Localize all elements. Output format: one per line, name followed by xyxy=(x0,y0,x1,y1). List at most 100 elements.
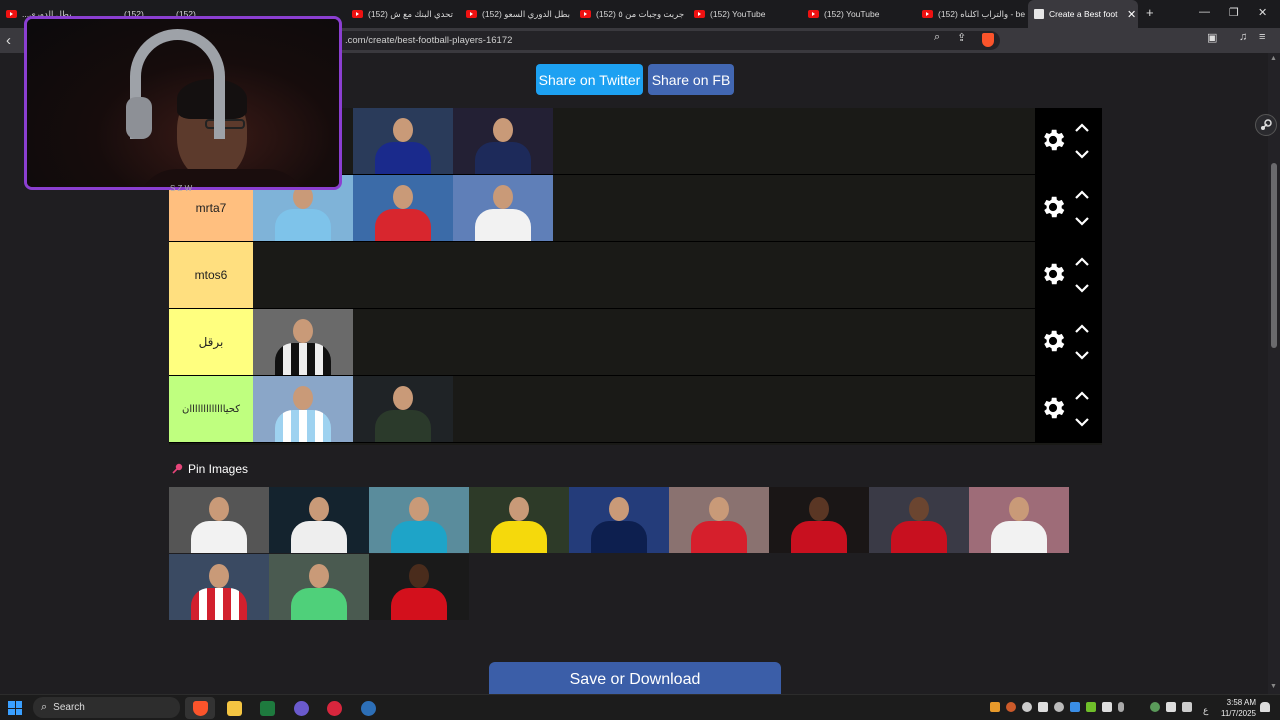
speaker-icon[interactable] xyxy=(1166,702,1176,712)
tray-nvidia-icon[interactable] xyxy=(1086,702,1096,712)
address-bar[interactable]: .com/create/best-football-players-16172 xyxy=(280,31,1000,50)
image-pool[interactable] xyxy=(169,487,1069,621)
close-window-icon[interactable]: ✕ xyxy=(1258,6,1267,19)
tier-row: mtos6 xyxy=(169,242,1102,309)
scroll-down-icon[interactable]: ▼ xyxy=(1270,683,1277,690)
taskbar-explorer[interactable] xyxy=(219,697,249,719)
scrollbar-thumb[interactable] xyxy=(1271,163,1277,348)
tier-controls xyxy=(1035,175,1102,241)
player-image[interactable] xyxy=(169,554,269,620)
player-image[interactable] xyxy=(669,487,769,553)
player-image[interactable] xyxy=(469,487,569,553)
tier-label[interactable]: mtos6 xyxy=(169,242,253,308)
tray-app-icon[interactable] xyxy=(1150,702,1160,712)
tab-youtube-5[interactable]: (152) بطل الدوري السعو xyxy=(460,0,574,28)
steam-overlay-icon[interactable] xyxy=(1255,114,1277,136)
player-image[interactable] xyxy=(269,487,369,553)
gear-icon[interactable] xyxy=(1039,394,1067,422)
zoom-icon[interactable]: ⌕ xyxy=(934,31,940,44)
tier-items[interactable] xyxy=(253,376,1035,442)
move-down-icon[interactable] xyxy=(1073,215,1091,227)
tab-youtube-9[interactable]: (152) والتراب اكلناه - be xyxy=(916,0,1028,28)
move-down-icon[interactable] xyxy=(1073,416,1091,428)
player-image[interactable] xyxy=(369,487,469,553)
page-scrollbar[interactable]: ▲ ▼ xyxy=(1268,53,1280,694)
new-tab-button[interactable]: + xyxy=(1146,5,1154,20)
player-image[interactable] xyxy=(353,376,453,442)
maximize-icon[interactable]: ❐ xyxy=(1229,6,1239,19)
move-down-icon[interactable] xyxy=(1073,282,1091,294)
network-icon[interactable] xyxy=(1182,702,1192,712)
tab-youtube-7[interactable]: (152) YouTube xyxy=(688,0,802,28)
system-clock[interactable]: 3:58 AM 11/7/2025 xyxy=(1218,697,1256,719)
gear-icon[interactable] xyxy=(1039,327,1067,355)
tier-items[interactable] xyxy=(253,175,1035,241)
player-image[interactable] xyxy=(369,554,469,620)
player-image[interactable] xyxy=(869,487,969,553)
move-down-icon[interactable] xyxy=(1073,349,1091,361)
microphone-icon[interactable] xyxy=(1118,702,1124,712)
tab-youtube-4[interactable]: (152) تحدي البنك مع ش xyxy=(346,0,460,28)
gear-icon[interactable] xyxy=(1039,260,1067,288)
steam-icon xyxy=(1261,119,1272,130)
move-up-icon[interactable] xyxy=(1073,323,1091,335)
tray-app-icon[interactable] xyxy=(1070,702,1080,712)
taskbar-search[interactable]: ⌕ Search xyxy=(33,697,180,718)
player-image[interactable] xyxy=(969,487,1069,553)
taskbar-steam[interactable] xyxy=(353,697,383,719)
move-up-icon[interactable] xyxy=(1073,122,1091,134)
player-image[interactable] xyxy=(353,175,453,241)
player-image[interactable] xyxy=(169,487,269,553)
close-tab-icon[interactable]: ✕ xyxy=(1127,8,1136,21)
tab-title: (152) والتراب اكلناه - be xyxy=(938,8,1026,19)
minimize-icon[interactable]: — xyxy=(1199,6,1210,18)
tier-items[interactable] xyxy=(253,309,1035,375)
player-image[interactable] xyxy=(269,554,369,620)
player-image[interactable] xyxy=(253,376,353,442)
back-arrow-icon[interactable]: ‹ xyxy=(6,32,11,49)
tab-youtube-8[interactable]: (152) YouTube xyxy=(802,0,916,28)
tray-app-icon[interactable] xyxy=(1006,702,1016,712)
gear-icon[interactable] xyxy=(1039,126,1067,154)
taskbar-obs[interactable] xyxy=(319,697,349,719)
taskbar-xbox[interactable] xyxy=(252,697,282,719)
player-image[interactable] xyxy=(453,108,553,174)
keyboard-language[interactable]: ع xyxy=(1203,705,1208,716)
menu-icon[interactable]: ≡ xyxy=(1259,31,1265,43)
move-up-icon[interactable] xyxy=(1073,256,1091,268)
sidebar-toggle-icon[interactable]: ▣ xyxy=(1207,31,1217,44)
move-up-icon[interactable] xyxy=(1073,189,1091,201)
share-fb-button[interactable]: Share on FB xyxy=(648,64,734,95)
move-down-icon[interactable] xyxy=(1073,148,1091,160)
clock-date: 11/7/2025 xyxy=(1221,709,1256,718)
scroll-up-icon[interactable]: ▲ xyxy=(1270,55,1277,62)
player-image[interactable] xyxy=(769,487,869,553)
player-image[interactable] xyxy=(253,309,353,375)
player-image[interactable] xyxy=(453,175,553,241)
tray-app-icon[interactable] xyxy=(1102,702,1112,712)
taskbar-brave[interactable] xyxy=(185,697,215,719)
share-twitter-button[interactable]: Share on Twitter xyxy=(536,64,643,95)
tier-label[interactable]: برقل xyxy=(169,309,253,375)
brave-shield-icon[interactable] xyxy=(982,33,994,47)
tray-discord-icon[interactable] xyxy=(1038,702,1048,712)
move-up-icon[interactable] xyxy=(1073,390,1091,402)
tier-label[interactable]: كحيااااااااااااان xyxy=(169,376,253,442)
music-icon[interactable]: ♫ xyxy=(1239,31,1247,43)
gear-icon[interactable] xyxy=(1039,193,1067,221)
taskbar-discord[interactable] xyxy=(286,697,316,719)
tray-cloud-icon[interactable] xyxy=(990,702,1000,712)
player-image[interactable] xyxy=(569,487,669,553)
url-text[interactable]: .com/create/best-football-players-16172 xyxy=(345,35,512,46)
tab-youtube-6[interactable]: (152) جربت وجبات من ٥ xyxy=(574,0,688,28)
share-icon[interactable]: ⇪ xyxy=(957,31,966,44)
tab-active-tierlist[interactable]: Create a Best foot ✕ xyxy=(1028,0,1138,28)
windows-start-icon[interactable] xyxy=(8,701,22,715)
notification-bell-icon[interactable] xyxy=(1260,702,1270,712)
save-download-button[interactable]: Save or Download xyxy=(489,662,781,694)
tray-app-icon[interactable] xyxy=(1022,702,1032,712)
tray-app-icon[interactable] xyxy=(1054,702,1064,712)
player-image[interactable] xyxy=(353,108,453,174)
tier-items[interactable] xyxy=(253,242,1035,308)
tier-items[interactable] xyxy=(253,108,1035,174)
